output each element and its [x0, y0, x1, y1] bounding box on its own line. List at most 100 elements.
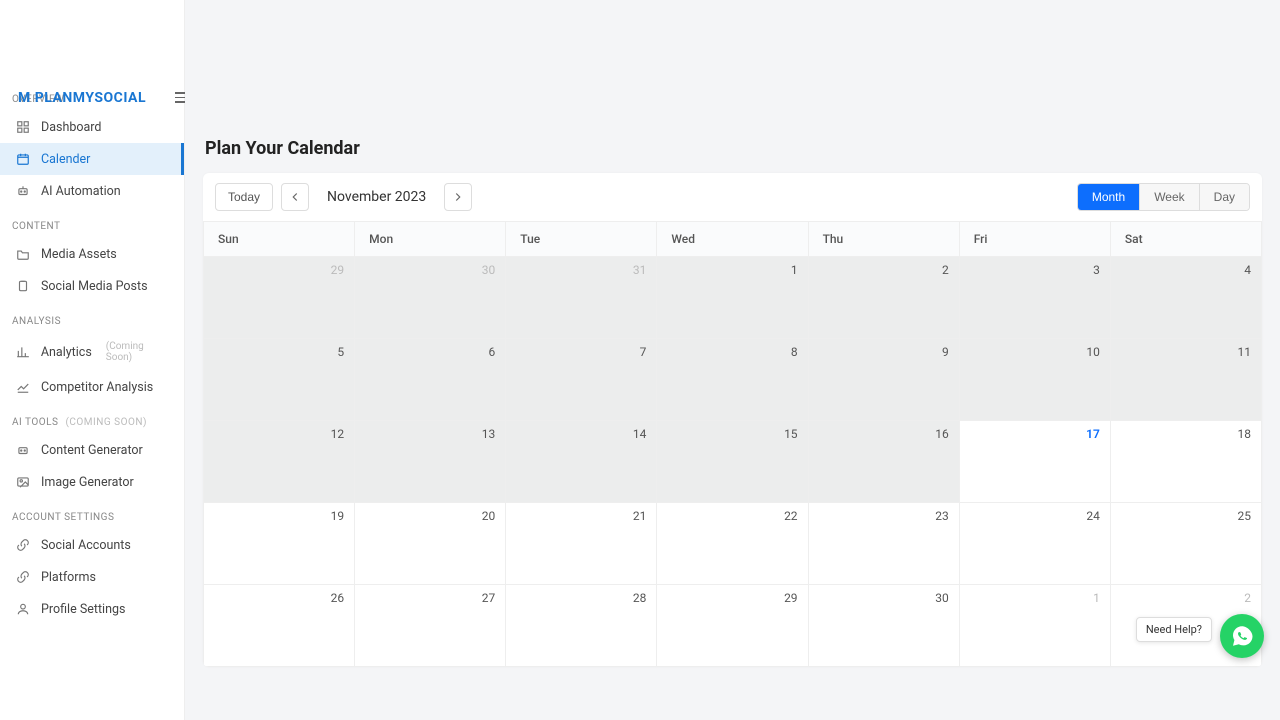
sidebar-item-profile-settings[interactable]: Profile Settings [0, 593, 184, 625]
whatsapp-icon [1230, 624, 1254, 648]
whatsapp-fab[interactable] [1220, 614, 1264, 658]
sidebar-item-label: Dashboard [41, 120, 101, 135]
calendar-day-cell[interactable]: 28 [506, 585, 657, 667]
chevron-left-icon [288, 190, 302, 204]
calendar-day-cell[interactable]: 5 [204, 339, 355, 421]
grid-icon [15, 119, 31, 135]
sidebar-item-label: Media Assets [41, 247, 117, 262]
day-header: Sat [1110, 222, 1261, 257]
brand-logo[interactable]: M PLANMYSOCIAL [18, 90, 146, 106]
calendar-grid: SunMonTueWedThuFriSat 293031123456789101… [203, 221, 1262, 667]
view-switch: Month Week Day [1077, 183, 1250, 211]
sidebar-item-content-generator[interactable]: Content Generator [0, 434, 184, 466]
section-label-aitools: AI TOOLS (Coming soon) [0, 403, 184, 434]
image-icon [15, 474, 31, 490]
coming-soon-tag: (Coming Soon) [102, 341, 172, 363]
calendar-day-cell[interactable]: 23 [808, 503, 959, 585]
link-icon [15, 537, 31, 553]
calendar-day-cell[interactable]: 10 [959, 339, 1110, 421]
calendar-day-cell[interactable]: 11 [1110, 339, 1261, 421]
sidebar-item-label: Calender [41, 152, 90, 167]
sidebar-item-analytics[interactable]: Analytics (Coming Soon) [0, 333, 184, 371]
sidebar-item-calender[interactable]: Calender [0, 143, 184, 175]
today-button[interactable]: Today [215, 183, 273, 211]
chevron-right-icon [451, 190, 465, 204]
sidebar-item-label: Social Accounts [41, 538, 131, 553]
view-month-button[interactable]: Month [1078, 184, 1139, 210]
calendar-day-cell[interactable]: 18 [1110, 421, 1261, 503]
user-icon [15, 601, 31, 617]
calendar-day-cell[interactable]: 24 [959, 503, 1110, 585]
sidebar-item-competitor-analysis[interactable]: Competitor Analysis [0, 371, 184, 403]
calendar-day-cell[interactable]: 15 [657, 421, 808, 503]
sidebar-item-label: Analytics [41, 345, 92, 360]
sidebar: OVERVIEW Dashboard Calender AI Automatio… [0, 0, 185, 720]
calendar-day-cell[interactable]: 3 [959, 257, 1110, 339]
calendar-day-cell[interactable]: 22 [657, 503, 808, 585]
next-month-button[interactable] [444, 183, 472, 211]
calendar-day-cell[interactable]: 4 [1110, 257, 1261, 339]
calendar-day-cell[interactable]: 30 [355, 257, 506, 339]
section-label-content: CONTENT [0, 207, 184, 238]
calendar-day-cell[interactable]: 9 [808, 339, 959, 421]
calendar-day-cell[interactable]: 1 [657, 257, 808, 339]
calendar-day-cell[interactable]: 13 [355, 421, 506, 503]
sidebar-item-label: Platforms [41, 570, 96, 585]
calendar-day-cell[interactable]: 29 [204, 257, 355, 339]
sidebar-item-label: Competitor Analysis [41, 380, 153, 395]
line-chart-icon [15, 379, 31, 395]
calendar-day-cell[interactable]: 27 [355, 585, 506, 667]
section-label-analysis: ANALYSIS [0, 302, 184, 333]
sidebar-item-social-media-posts[interactable]: Social Media Posts [0, 270, 184, 302]
sidebar-item-label: Image Generator [41, 475, 134, 490]
clipboard-icon [15, 278, 31, 294]
calendar-day-cell[interactable]: 2 [808, 257, 959, 339]
calendar-day-cell[interactable]: 7 [506, 339, 657, 421]
current-month-label: November 2023 [317, 189, 436, 205]
robot-icon [15, 183, 31, 199]
sidebar-item-platforms[interactable]: Platforms [0, 561, 184, 593]
day-header: Thu [808, 222, 959, 257]
day-header: Fri [959, 222, 1110, 257]
calendar-day-cell[interactable]: 25 [1110, 503, 1261, 585]
calendar-day-cell[interactable]: 21 [506, 503, 657, 585]
calendar-icon [15, 151, 31, 167]
calendar-day-cell[interactable]: 14 [506, 421, 657, 503]
day-header: Wed [657, 222, 808, 257]
sidebar-item-dashboard[interactable]: Dashboard [0, 111, 184, 143]
sidebar-item-media-assets[interactable]: Media Assets [0, 238, 184, 270]
section-label-account-settings: ACCOUNT SETTINGS [0, 498, 184, 529]
calendar-day-cell[interactable]: 8 [657, 339, 808, 421]
sidebar-item-label: Profile Settings [41, 602, 125, 617]
bar-chart-icon [15, 344, 31, 360]
prev-month-button[interactable] [281, 183, 309, 211]
sidebar-item-label: AI Automation [41, 184, 121, 199]
calendar-day-cell[interactable]: 1 [959, 585, 1110, 667]
robot-icon [15, 442, 31, 458]
calendar-day-cell[interactable]: 12 [204, 421, 355, 503]
calendar-day-cell[interactable]: 16 [808, 421, 959, 503]
sidebar-item-image-generator[interactable]: Image Generator [0, 466, 184, 498]
calendar-day-cell[interactable]: 29 [657, 585, 808, 667]
day-header: Mon [355, 222, 506, 257]
calendar-day-cell[interactable]: 20 [355, 503, 506, 585]
calendar-day-cell[interactable]: 30 [808, 585, 959, 667]
link-icon [15, 569, 31, 585]
sidebar-item-label: Social Media Posts [41, 279, 148, 294]
page-title: Plan Your Calendar [185, 120, 1280, 173]
calendar-card: Today November 2023 Month Week Day [203, 173, 1262, 667]
calendar-day-cell[interactable]: 26 [204, 585, 355, 667]
view-week-button[interactable]: Week [1139, 184, 1198, 210]
sidebar-item-label: Content Generator [41, 443, 143, 458]
calendar-day-cell[interactable]: 19 [204, 503, 355, 585]
calendar-day-cell[interactable]: 31 [506, 257, 657, 339]
sidebar-item-social-accounts[interactable]: Social Accounts [0, 529, 184, 561]
need-help-tooltip: Need Help? [1136, 617, 1212, 642]
main-content: Plan Your Calendar Today November 2023 M… [185, 0, 1280, 720]
calendar-day-cell[interactable]: 6 [355, 339, 506, 421]
folder-icon [15, 246, 31, 262]
sidebar-item-ai-automation[interactable]: AI Automation [0, 175, 184, 207]
calendar-day-cell[interactable]: 17 [959, 421, 1110, 503]
view-day-button[interactable]: Day [1199, 184, 1249, 210]
day-header: Sun [204, 222, 355, 257]
